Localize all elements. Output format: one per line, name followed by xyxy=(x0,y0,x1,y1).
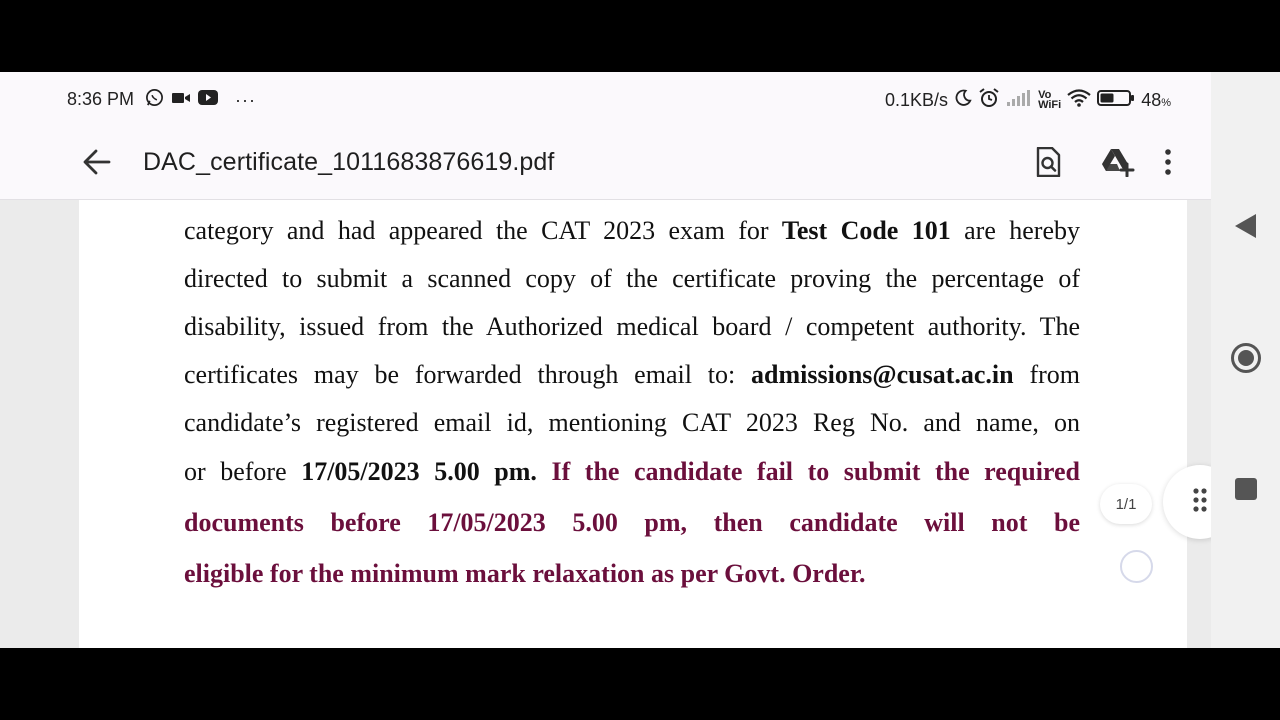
nav-home-button[interactable] xyxy=(1228,342,1264,378)
app-bar-actions xyxy=(1026,142,1178,186)
add-to-drive-button[interactable] xyxy=(1096,142,1140,186)
test-code-bold: Test Code 101 xyxy=(781,216,951,245)
more-notifications-icon: ··· xyxy=(235,89,256,110)
pdf-line-6: or before 17/05/2023 5.00 pm. If the can… xyxy=(184,452,1080,503)
battery-percentage: 48% xyxy=(1141,90,1171,111)
page-number-indicator: 1/1 xyxy=(1100,484,1152,524)
youtube-icon xyxy=(198,90,218,110)
text-run: from xyxy=(1013,360,1080,389)
app-bar: DAC_certificate_1011683876619.pdf xyxy=(0,128,1211,200)
notification-icons: ··· xyxy=(145,89,256,111)
nav-recents-button[interactable] xyxy=(1228,473,1264,509)
battery-level: 48 xyxy=(1141,89,1162,110)
whatsapp-icon xyxy=(145,88,164,112)
network-speed: 0.1KB/s xyxy=(885,89,949,110)
overflow-menu-button[interactable] xyxy=(1158,142,1178,186)
wifi-icon xyxy=(1067,88,1091,112)
search-document-button[interactable] xyxy=(1026,142,1070,186)
battery-unit: % xyxy=(1161,96,1171,109)
system-navigation-bar xyxy=(1211,72,1280,648)
letterbox-top xyxy=(0,0,1280,72)
pdf-line-3: disability, issued from the Authorized m… xyxy=(184,312,1080,341)
vowifi-indicator: Vo WiFi xyxy=(1038,90,1062,111)
alarm-clock-icon xyxy=(978,87,1000,114)
status-bar: 8:36 PM ··· 0.1KB/s Vo WiFi 48% xyxy=(0,72,1211,128)
video-camera-icon xyxy=(171,90,191,111)
arrow-back-icon xyxy=(83,149,111,180)
pdf-text-block: category and had appeared the CAT 2023 e… xyxy=(184,212,1080,605)
status-time: 8:36 PM xyxy=(67,89,135,109)
overflow-menu-icon xyxy=(1164,148,1172,180)
floating-overlay-circle[interactable] xyxy=(1120,550,1153,583)
home-circle-icon xyxy=(1230,342,1262,379)
warning-text: If the candidate fail to submit the requ… xyxy=(536,457,1080,486)
search-document-icon xyxy=(1035,146,1061,182)
back-button[interactable] xyxy=(78,144,116,184)
text-run: category and had appeared the CAT 2023 e… xyxy=(184,216,782,245)
email-address-bold: admissions@cusat.ac.in xyxy=(751,360,1014,389)
deadline-bold: 17/05/2023 5.00 pm. xyxy=(301,457,537,486)
add-to-drive-icon xyxy=(1101,147,1135,182)
pdf-line-7: documents before 17/05/2023 5.00 pm, the… xyxy=(184,508,1080,537)
pdf-line-8: eligible for the minimum mark relaxation… xyxy=(184,559,866,588)
pdf-line-1: category and had appeared the CAT 2023 e… xyxy=(184,212,1080,260)
letterbox-bottom xyxy=(0,648,1280,720)
square-recents-icon xyxy=(1234,477,1258,506)
text-run: are hereby xyxy=(950,216,1080,245)
text-run: or before xyxy=(184,457,302,486)
text-run: certificates may be forwarded through em… xyxy=(184,360,752,389)
system-indicators: 0.1KB/s Vo WiFi 48% xyxy=(885,87,1171,114)
pdf-page: category and had appeared the CAT 2023 e… xyxy=(79,200,1187,648)
cellular-signal-icon xyxy=(1006,89,1032,111)
triangle-back-icon xyxy=(1234,213,1258,244)
pdf-viewport[interactable]: category and had appeared the CAT 2023 e… xyxy=(0,200,1237,648)
pdf-line-2: directed to submit a scanned copy of the… xyxy=(184,264,1080,293)
pdf-line-4: certificates may be forwarded through em… xyxy=(184,356,1080,404)
battery-icon xyxy=(1097,89,1135,112)
file-name-title: DAC_certificate_1011683876619.pdf xyxy=(143,148,555,176)
vowifi-bottom: WiFi xyxy=(1038,99,1062,111)
do-not-disturb-moon-icon xyxy=(954,89,972,112)
pdf-line-5: candidate’s registered email id, mention… xyxy=(184,408,1080,437)
phone-screen: 8:36 PM ··· 0.1KB/s Vo WiFi 48% DAC_cert… xyxy=(0,72,1280,648)
drag-handle-icon xyxy=(1192,487,1208,518)
nav-back-button[interactable] xyxy=(1228,210,1264,246)
